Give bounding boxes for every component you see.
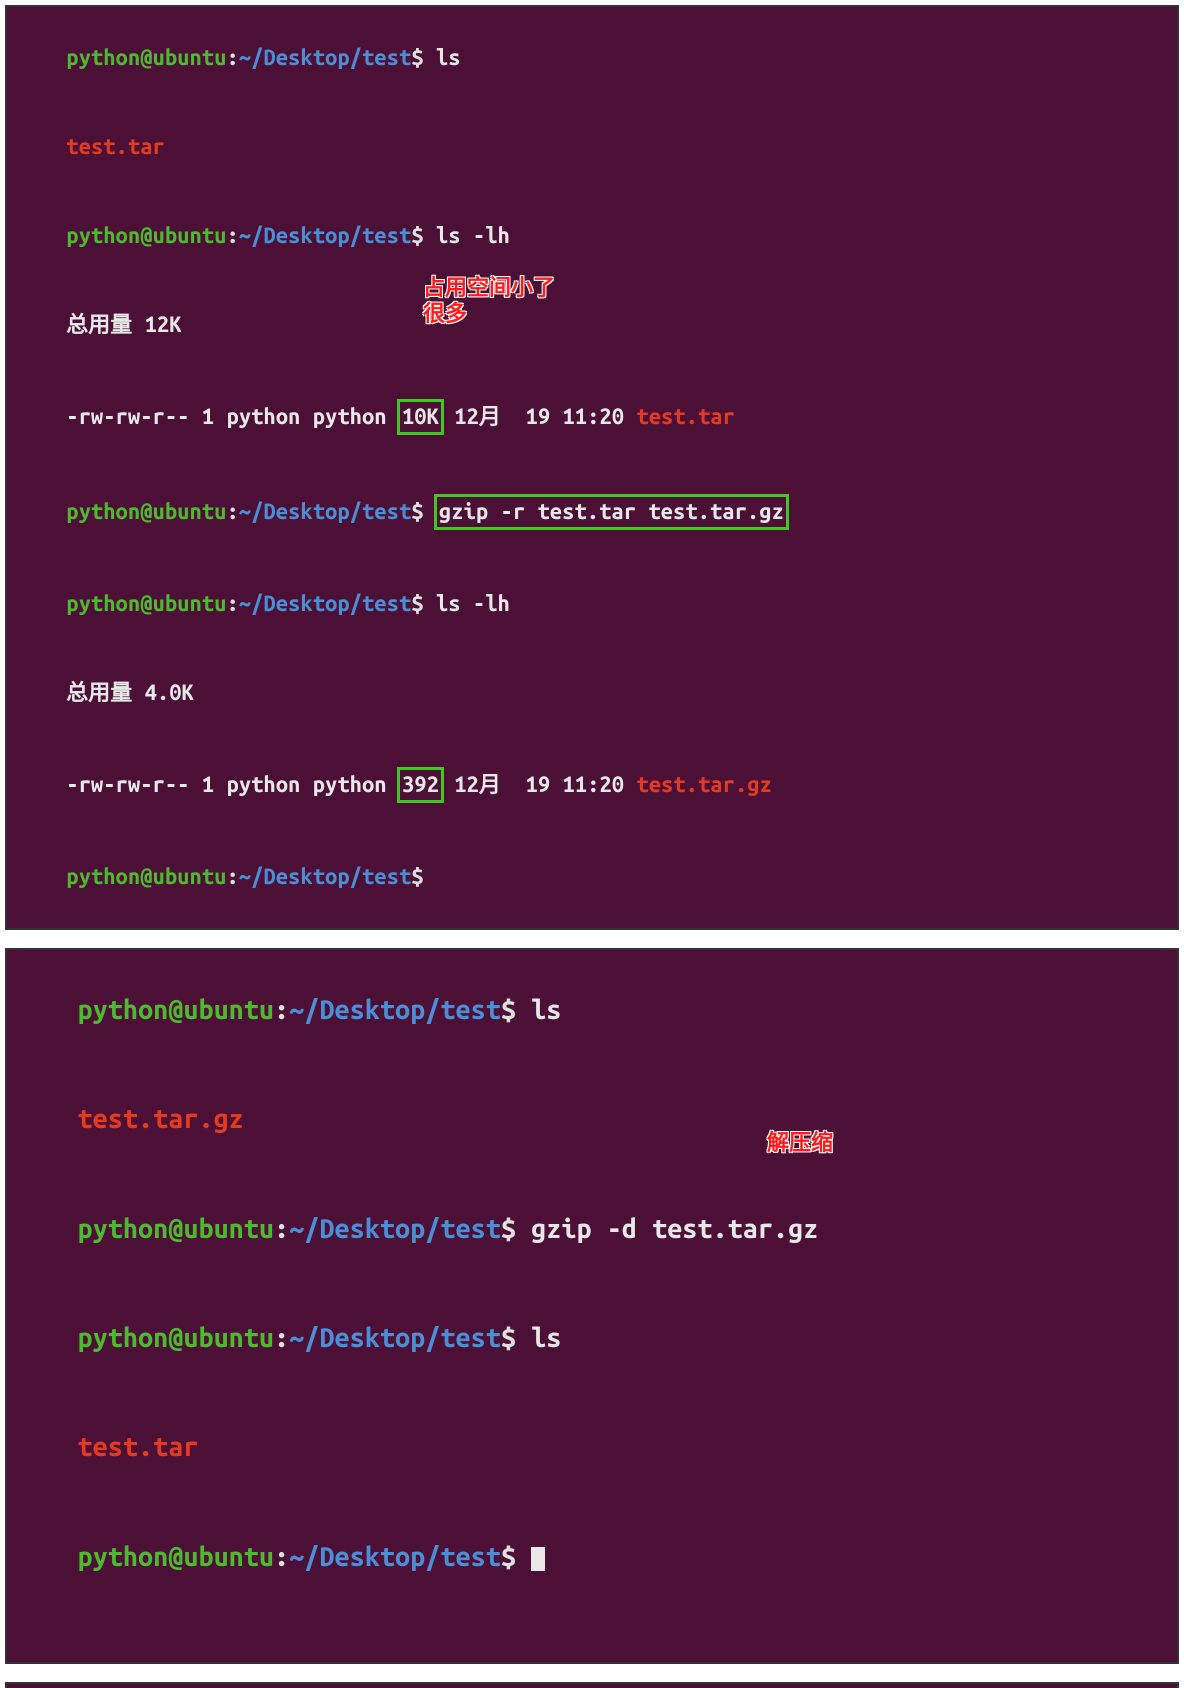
- prompt-dollar: $: [501, 1542, 516, 1572]
- prompt-path: ~/Desktop/test: [289, 1542, 501, 1572]
- prompt-dollar: $: [501, 995, 516, 1025]
- file-name: test.tar.gz: [77, 1104, 243, 1134]
- prompt-dollar: $: [411, 223, 423, 248]
- prompt-user: python@ubuntu: [77, 995, 274, 1025]
- command-text: ls -lh: [424, 223, 510, 248]
- prompt-dollar: $: [411, 499, 423, 524]
- terminal-output: -rw-rw-r-- 1 python python 392 12月 19 11…: [17, 738, 1167, 833]
- prompt-dollar: $: [501, 1323, 516, 1353]
- prompt-path: ~/Desktop/test: [239, 223, 411, 248]
- ls-perms: -rw-rw-r-- 1 python python: [66, 772, 399, 797]
- terminal-line[interactable]: python@ubuntu:~/Desktop/test$: [17, 1502, 1167, 1611]
- prompt-user: python@ubuntu: [66, 223, 226, 248]
- prompt-path: ~/Desktop/test: [239, 591, 411, 616]
- terminal-panel-3: python@ubuntu:~/Desktop/test$ gzip test.…: [5, 1682, 1179, 1688]
- terminal-output: 总用量 4.0K: [17, 648, 1167, 737]
- command-highlight: gzip -r test.tar test.tar.gz: [434, 494, 789, 530]
- prompt-sep: :: [274, 1214, 289, 1244]
- output-text: 总用量 4.0K: [66, 680, 194, 705]
- file-size-highlight: 10K: [397, 399, 444, 435]
- output-text: 总用量 12K: [66, 312, 181, 337]
- prompt-dollar: $: [411, 864, 423, 889]
- terminal-panel-1: python@ubuntu:~/Desktop/test$ ls test.ta…: [5, 5, 1179, 930]
- prompt-dollar: $: [501, 1214, 516, 1244]
- prompt-path: ~/Desktop/test: [239, 864, 411, 889]
- prompt-sep: :: [274, 995, 289, 1025]
- file-name: test.tar: [66, 134, 165, 159]
- command-text: gzip -d test.tar.gz: [516, 1214, 818, 1244]
- prompt-sep: :: [226, 45, 238, 70]
- ls-perms: -rw-rw-r-- 1 python python: [66, 404, 399, 429]
- prompt-dollar: $: [411, 45, 423, 70]
- prompt-sep: :: [274, 1542, 289, 1572]
- command-text: ls: [424, 45, 461, 70]
- prompt-sep: :: [226, 864, 238, 889]
- file-name: test.tar.gz: [636, 772, 772, 797]
- terminal-line[interactable]: python@ubuntu:~/Desktop/test$ gzip -r te…: [17, 464, 1167, 559]
- prompt-path: ~/Desktop/test: [239, 499, 411, 524]
- terminal-line[interactable]: python@ubuntu:~/Desktop/test$ ls: [17, 1284, 1167, 1393]
- prompt-user: python@ubuntu: [77, 1214, 274, 1244]
- terminal-output: test.tar: [17, 102, 1167, 191]
- prompt-path: ~/Desktop/test: [239, 45, 411, 70]
- command-text: ls: [516, 995, 561, 1025]
- prompt-path: ~/Desktop/test: [289, 1323, 501, 1353]
- prompt-sep: :: [226, 499, 238, 524]
- prompt-user: python@ubuntu: [66, 499, 226, 524]
- prompt-dollar: $: [411, 591, 423, 616]
- terminal-line[interactable]: python@ubuntu:~/Desktop/test$ ls: [17, 956, 1167, 1065]
- prompt-user: python@ubuntu: [66, 591, 226, 616]
- terminal-line[interactable]: python@ubuntu:~/Desktop/test$ ls -lh: [17, 191, 1167, 280]
- annotation-space-smaller: 占用空间小了 很多: [423, 275, 555, 328]
- annotation-decompress: 解压缩: [767, 1130, 833, 1156]
- cursor-icon: [531, 1547, 545, 1571]
- terminal-line[interactable]: python@ubuntu:~/Desktop/test$: [17, 833, 1167, 922]
- terminal-panel-2: python@ubuntu:~/Desktop/test$ ls test.ta…: [5, 948, 1179, 1664]
- terminal-line[interactable]: python@ubuntu:~/Desktop/test$ ls: [17, 13, 1167, 102]
- command-text: gzip -r test.tar test.tar.gz: [424, 499, 787, 524]
- ls-date: 12月 19 11:20: [442, 404, 636, 429]
- ls-date: 12月 19 11:20: [442, 772, 636, 797]
- prompt-sep: :: [274, 1323, 289, 1353]
- file-name: test.tar: [636, 404, 735, 429]
- prompt-user: python@ubuntu: [77, 1542, 274, 1572]
- command-text: ls: [516, 1323, 561, 1353]
- terminal-line[interactable]: python@ubuntu:~/Desktop/test$ ls -lh: [17, 559, 1167, 648]
- terminal-output: 总用量 12K: [17, 280, 1167, 369]
- prompt-user: python@ubuntu: [66, 864, 226, 889]
- file-name: test.tar: [77, 1432, 198, 1462]
- prompt-user: python@ubuntu: [66, 45, 226, 70]
- file-size-highlight: 392: [397, 767, 444, 803]
- prompt-sep: :: [226, 591, 238, 616]
- terminal-line[interactable]: python@ubuntu:~/Desktop/test$ gzip -d te…: [17, 1174, 1167, 1283]
- terminal-output: test.tar.gz: [17, 1065, 1167, 1174]
- terminal-output: test.tar: [17, 1393, 1167, 1502]
- prompt-user: python@ubuntu: [77, 1323, 274, 1353]
- prompt-path: ~/Desktop/test: [289, 1214, 501, 1244]
- prompt-path: ~/Desktop/test: [289, 995, 501, 1025]
- terminal-output: -rw-rw-r-- 1 python python 10K 12月 19 11…: [17, 369, 1167, 464]
- command-text: ls -lh: [424, 591, 510, 616]
- prompt-sep: :: [226, 223, 238, 248]
